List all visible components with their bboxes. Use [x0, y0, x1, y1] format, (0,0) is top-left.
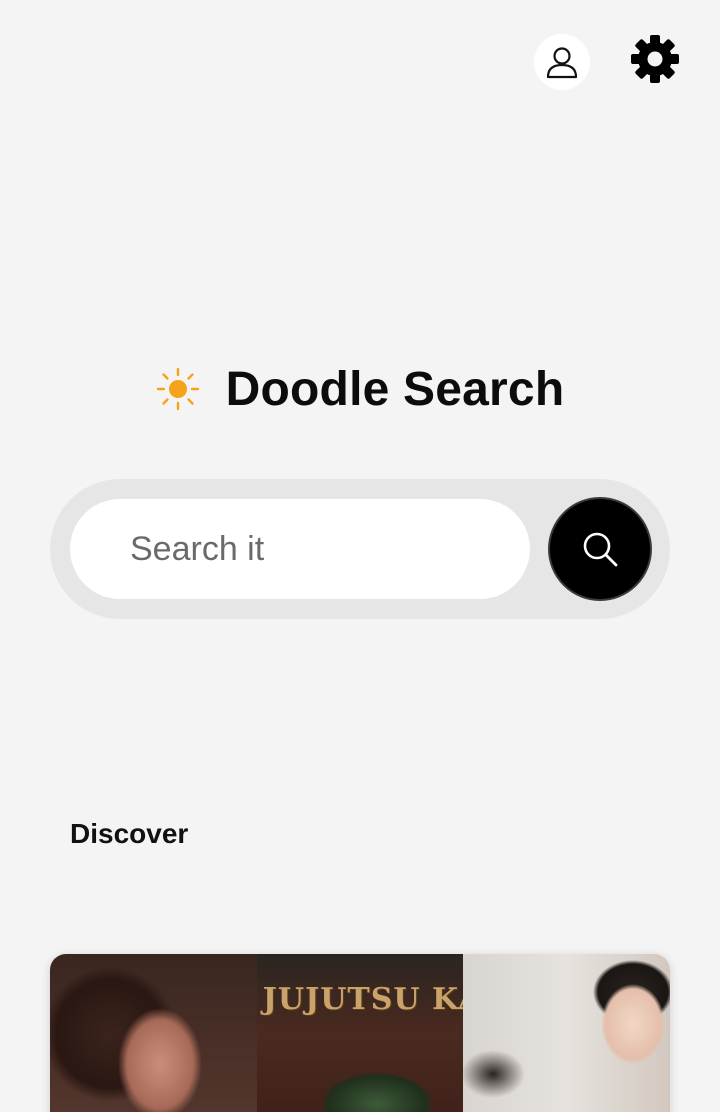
discover-item[interactable]: JUJUTSU KAISEN: [256, 954, 464, 1112]
profile-button[interactable]: [534, 34, 590, 90]
discover-item[interactable]: [50, 954, 257, 1112]
page: Doodle Search Discover JUJUTSU KAISEN: [0, 0, 720, 1112]
discover-carousel[interactable]: JUJUTSU KAISEN: [50, 954, 670, 1112]
app-title: Doodle Search: [225, 362, 565, 416]
search-bar: [50, 479, 670, 619]
search-input[interactable]: [70, 499, 530, 599]
search-button[interactable]: [548, 497, 652, 601]
settings-button[interactable]: [627, 31, 683, 87]
sun-icon: [156, 367, 199, 411]
discover-heading: Discover: [70, 818, 189, 849]
discover-item[interactable]: [463, 954, 670, 1112]
gear-icon: [631, 35, 679, 83]
person-outline-icon: [546, 47, 578, 79]
search-icon: [583, 532, 618, 567]
discover-item-title: JUJUTSU KAISEN: [262, 982, 464, 1017]
brand: Doodle Search: [0, 358, 720, 420]
